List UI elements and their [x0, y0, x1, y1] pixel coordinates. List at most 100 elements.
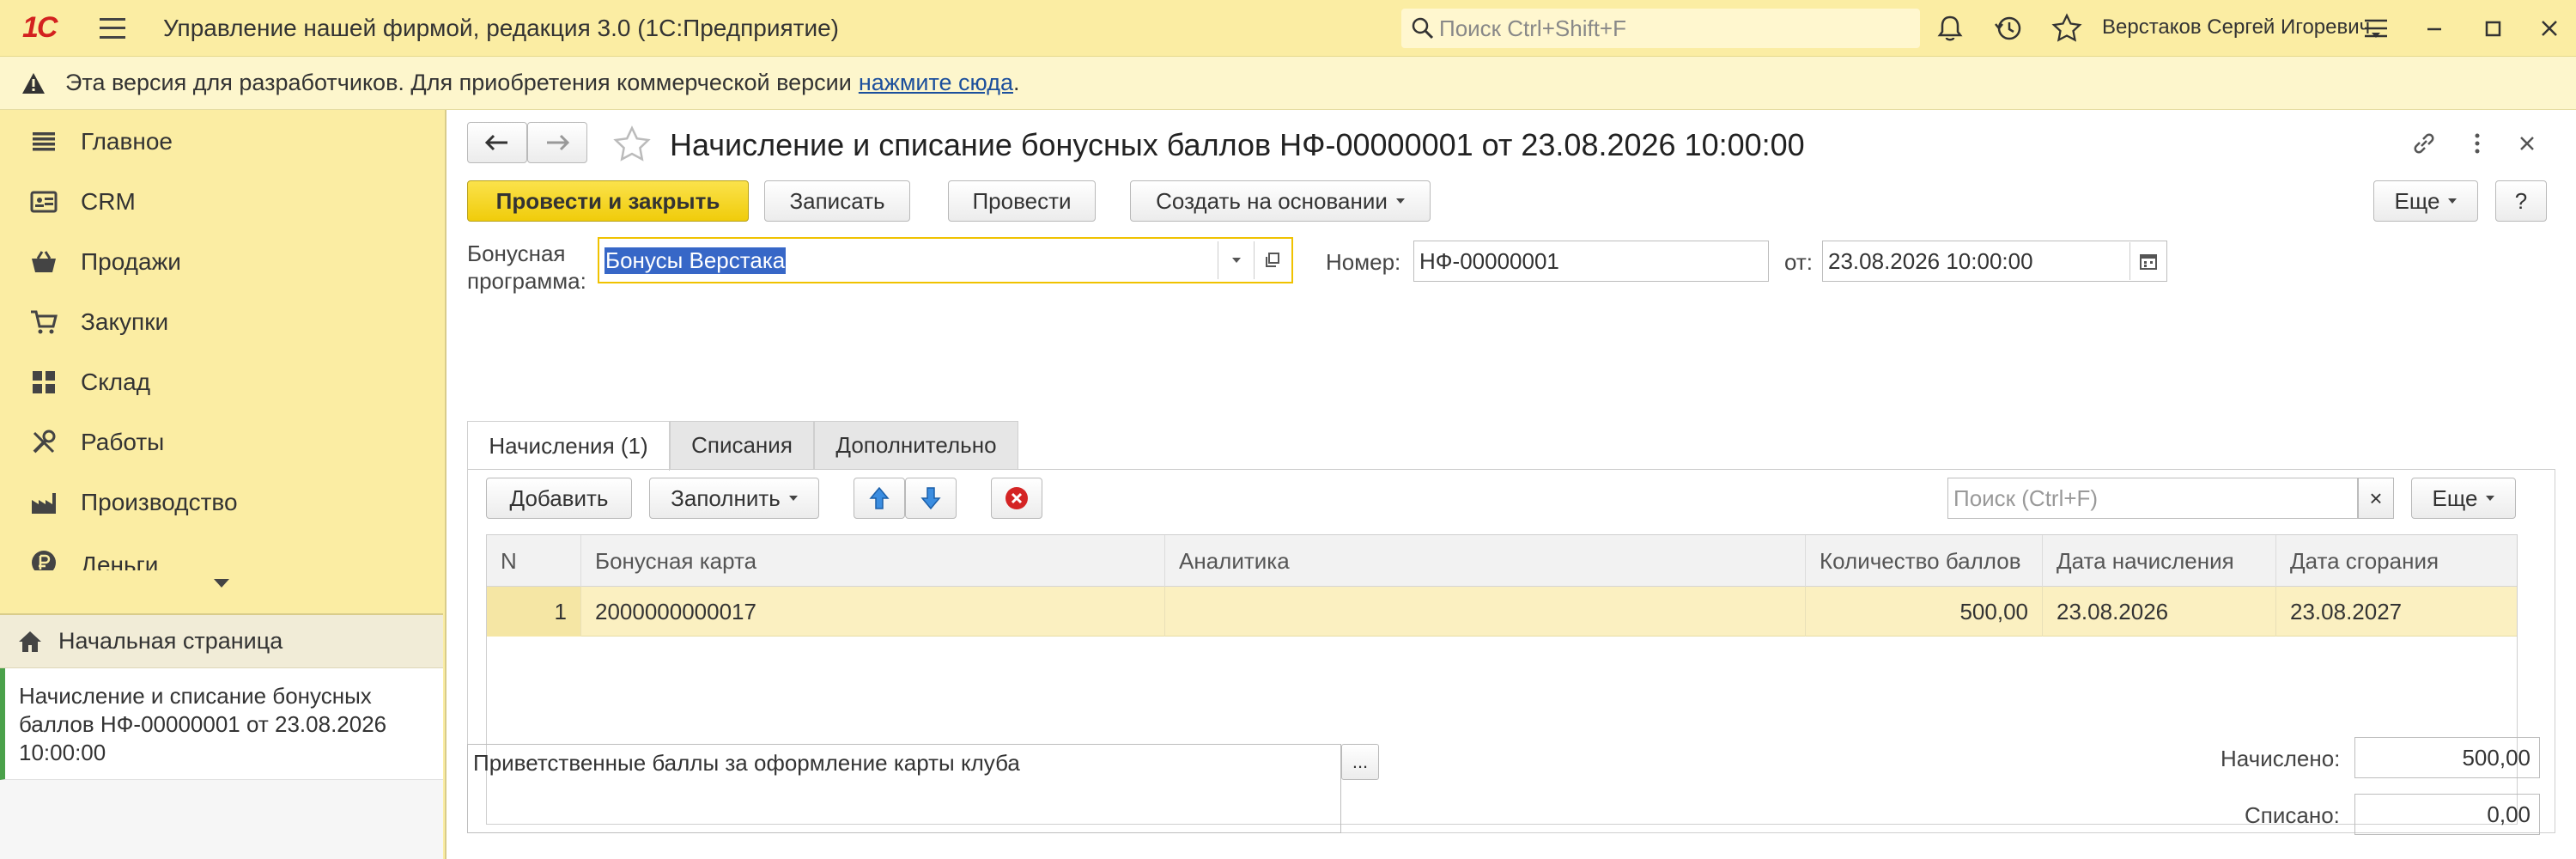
cell-analytics[interactable] [1165, 587, 1806, 637]
more-button[interactable]: Еще [2373, 180, 2478, 222]
sidebar-item-label: Производство [81, 489, 238, 515]
table-row[interactable]: 1 2000000000017 500,00 23.08.2026 23.08.… [487, 587, 2517, 637]
buy-link[interactable]: нажмите сюда [859, 70, 1013, 96]
add-row-button[interactable]: Добавить [486, 478, 632, 519]
sidebar-item-warehouse[interactable]: Склад [0, 352, 443, 412]
sections-panel: Главное CRM Продажи Закупки Склад Работы… [0, 110, 447, 859]
help-button[interactable]: ? [2495, 180, 2547, 222]
cart-icon [31, 310, 58, 334]
home-page-item[interactable]: Начальная страница [0, 615, 443, 668]
link-icon[interactable] [2409, 129, 2439, 158]
open-window-item[interactable]: Начисление и списание бонусных баллов НФ… [0, 668, 443, 780]
fill-button[interactable]: Заполнить [649, 478, 819, 519]
sidebar-item-label: CRM [81, 188, 136, 215]
chevron-down-icon [2448, 198, 2458, 204]
move-down-button[interactable] [905, 478, 957, 519]
cell-bonus-card[interactable]: 2000000000017 [581, 587, 1165, 637]
column-header-analytics[interactable]: Аналитика [1165, 535, 1806, 587]
written-off-total-field[interactable]: 0,00 [2354, 794, 2540, 835]
delete-row-button[interactable] [991, 478, 1042, 519]
accrued-total-field[interactable]: 500,00 [2354, 737, 2540, 778]
date-field[interactable]: 23.08.2026 10:00:00 [1822, 241, 2167, 282]
home-page-label: Начальная страница [58, 628, 283, 654]
table-more-label: Еще [2432, 484, 2478, 511]
sidebar-item-main[interactable]: Главное [0, 112, 443, 172]
table-search-placeholder: Поиск (Ctrl+F) [1953, 484, 2099, 511]
search-icon [1412, 17, 1434, 40]
back-button[interactable] [467, 122, 527, 163]
bonus-program-label-line2: программа: [467, 268, 586, 294]
crm-icon [30, 191, 58, 213]
table-more-button[interactable]: Еще [2411, 478, 2516, 519]
sidebar-item-works[interactable]: Работы [0, 412, 443, 472]
favorite-star-icon[interactable] [611, 124, 653, 165]
number-field[interactable]: НФ-00000001 [1413, 241, 1769, 282]
settings-menu-icon[interactable] [2360, 12, 2392, 45]
bonus-program-open-button[interactable] [1254, 241, 1290, 279]
title-bar: 1С Управление нашей фирмой, редакция 3.0… [0, 0, 2576, 57]
tools-icon [33, 430, 56, 454]
ruble-icon [32, 551, 56, 570]
create-based-on-button[interactable]: Создать на основании [1130, 180, 1431, 222]
sidebar-item-label: Главное [81, 128, 173, 155]
accrued-label: Начислено: [2221, 746, 2341, 771]
bell-icon[interactable] [1934, 12, 1966, 45]
column-header-bonus-card[interactable]: Бонусная карта [581, 535, 1165, 587]
column-header-points[interactable]: Количество баллов [1806, 535, 2043, 587]
developer-version-banner: Эта версия для разработчиков. Для приобр… [0, 57, 2576, 110]
list-icon [33, 132, 55, 151]
global-search-input[interactable]: Поиск Ctrl+Shift+F [1401, 9, 1920, 48]
user-name[interactable]: Верстаков Сергей Игоревич [2102, 15, 2370, 40]
bonus-program-dropdown-button[interactable] [1218, 241, 1254, 279]
maximize-icon[interactable] [2476, 12, 2509, 45]
banner-text: Эта версия для разработчиков. Для приобр… [65, 70, 852, 95]
document-form: Начисление и списание бонусных баллов НФ… [448, 110, 2576, 859]
history-icon[interactable] [1992, 12, 2025, 45]
chevron-down-icon [788, 496, 798, 501]
sidebar-item-sales[interactable]: Продажи [0, 232, 443, 292]
close-form-icon[interactable] [2512, 129, 2542, 158]
bonus-program-field[interactable]: Бонусы Верстака [598, 237, 1293, 283]
minimize-icon[interactable] [2418, 12, 2451, 45]
post-and-close-button[interactable]: Провести и закрыть [467, 180, 749, 222]
arrow-down-icon [920, 487, 941, 510]
banner-period: . [1012, 70, 1020, 95]
date-label: от: [1784, 249, 1814, 275]
clear-search-button[interactable]: × [2358, 478, 2394, 519]
sidebar-item-label: Продажи [81, 248, 181, 275]
cell-points[interactable]: 500,00 [1806, 587, 2043, 637]
column-header-expiry-date[interactable]: Дата сгорания [2276, 535, 2518, 587]
column-header-n[interactable]: N [487, 535, 581, 587]
chevron-down-icon [214, 579, 229, 588]
post-button[interactable]: Провести [948, 180, 1096, 222]
comment-field[interactable]: Приветственные баллы за оформление карты… [467, 744, 1341, 833]
tab-additional[interactable]: Дополнительно [814, 421, 1018, 469]
cell-expiry-date[interactable]: 23.08.2027 [2276, 587, 2518, 637]
move-up-button[interactable] [854, 478, 905, 519]
warehouse-icon [33, 371, 55, 393]
save-button[interactable]: Записать [764, 180, 910, 222]
chevron-down-icon [2486, 496, 2495, 501]
sidebar-item-production[interactable]: Производство [0, 472, 443, 533]
favorites-star-icon[interactable] [2050, 12, 2083, 45]
menu-icon[interactable] [100, 17, 125, 39]
bonus-program-label-line1: Бонусная [467, 241, 566, 266]
tab-write-offs[interactable]: Списания [670, 421, 814, 469]
calendar-icon [2139, 254, 2157, 270]
tab-accruals[interactable]: Начисления (1) [467, 421, 670, 471]
scroll-down-button[interactable] [0, 570, 443, 596]
cell-n[interactable]: 1 [487, 587, 581, 637]
written-off-label: Списано: [2245, 802, 2340, 828]
table-search-input[interactable]: Поиск (Ctrl+F) [1947, 478, 2358, 519]
sidebar-item-money[interactable]: Деньги [0, 533, 443, 570]
cell-accrual-date[interactable]: 23.08.2026 [2043, 587, 2276, 637]
close-window-icon[interactable] [2533, 12, 2566, 45]
sidebar-item-crm[interactable]: CRM [0, 172, 443, 232]
sidebar-item-purchases[interactable]: Закупки [0, 292, 443, 352]
forward-button[interactable] [527, 122, 587, 163]
more-options-icon[interactable] [2463, 129, 2492, 158]
basket-icon [32, 251, 56, 272]
column-header-accrual-date[interactable]: Дата начисления [2043, 535, 2276, 587]
comment-edit-button[interactable]: ... [1341, 744, 1379, 780]
calendar-button[interactable] [2129, 242, 2166, 280]
